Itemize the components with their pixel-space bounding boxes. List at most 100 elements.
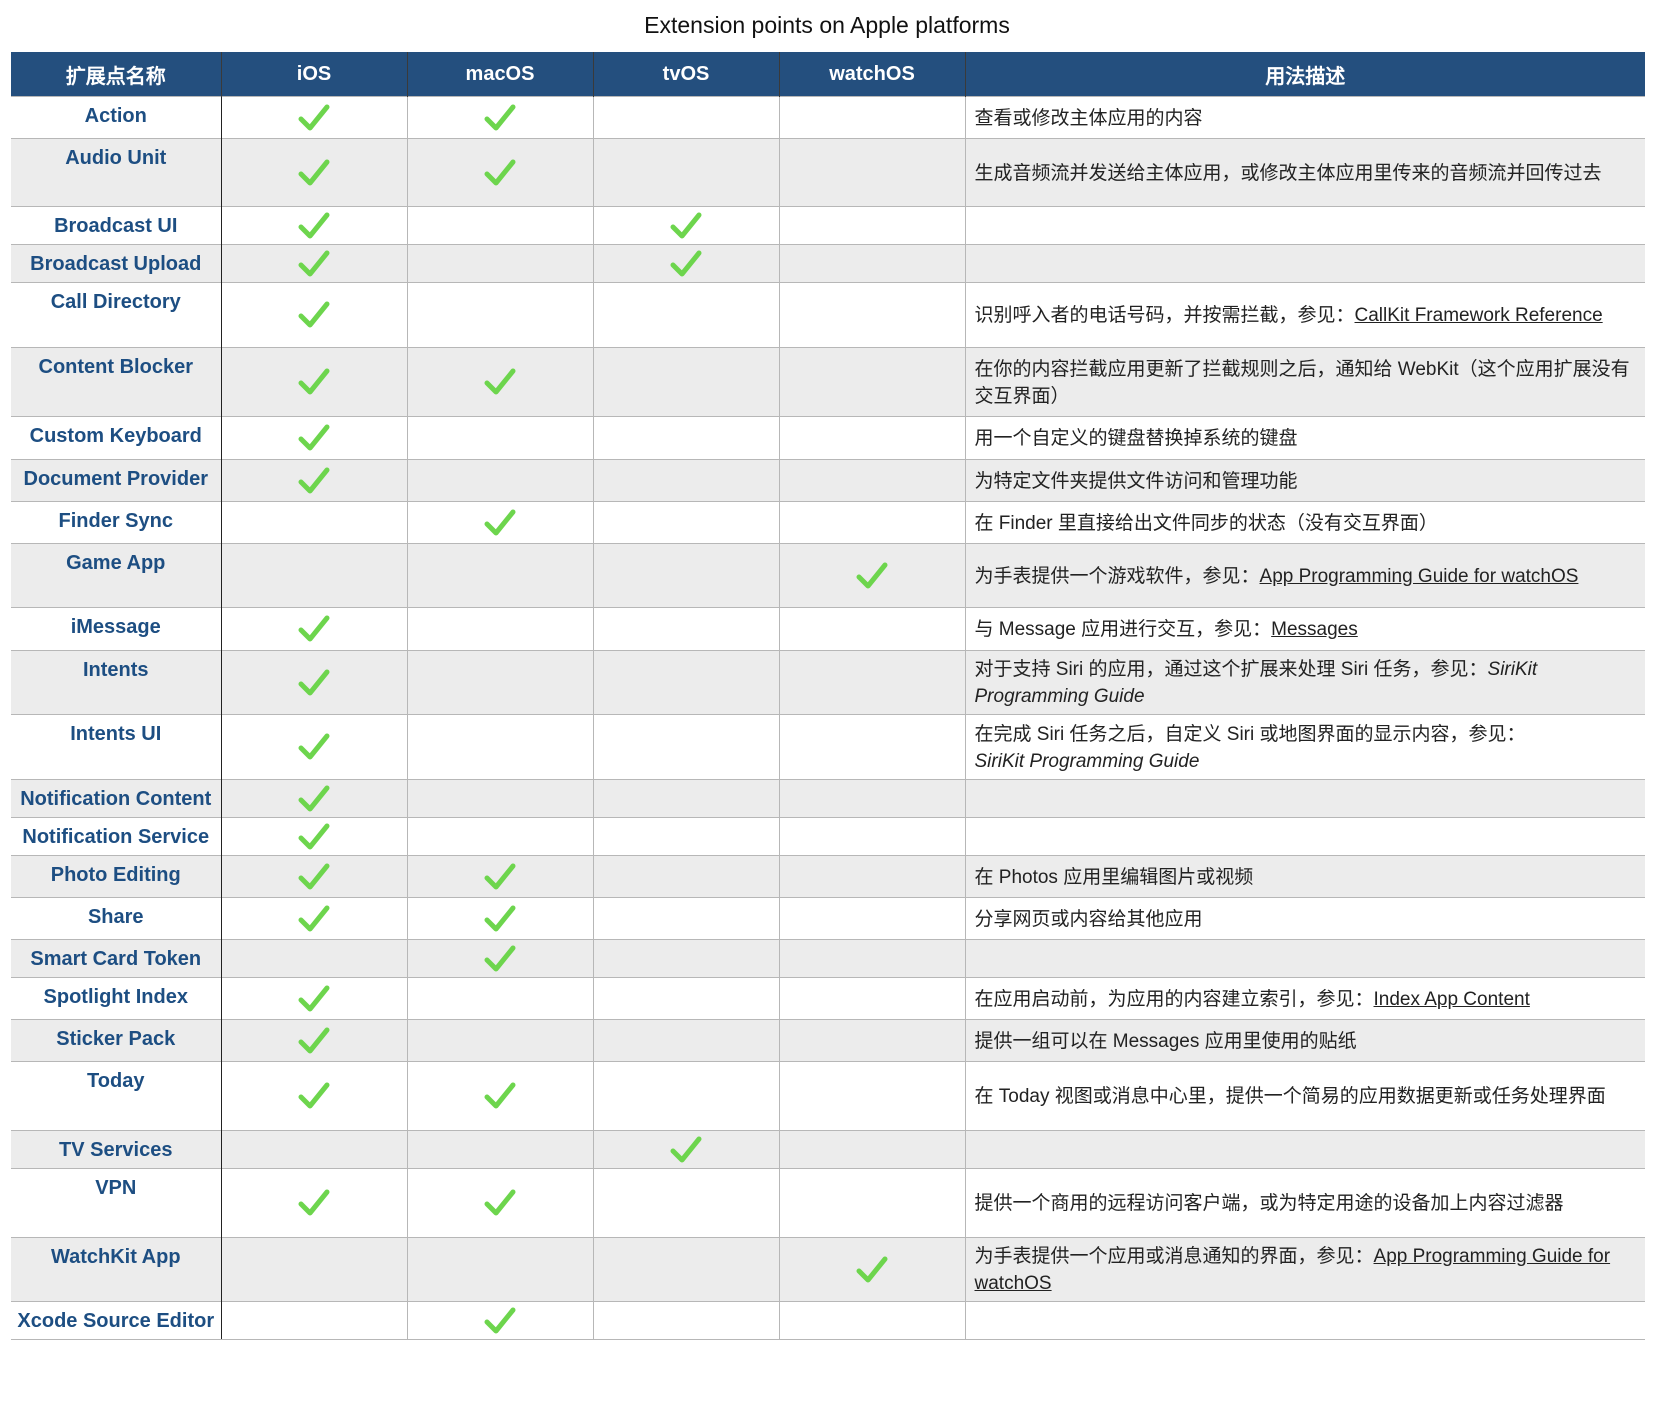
support-cell-ios — [220, 138, 407, 207]
check-icon — [298, 212, 330, 238]
check-icon — [856, 1256, 888, 1282]
description-text: 为手表提供一个游戏软件，参见： — [974, 565, 1260, 587]
check-icon — [670, 250, 702, 276]
check-icon — [298, 905, 330, 931]
usage-description: 在应用启动前，为应用的内容建立索引，参见：Index App Content — [964, 977, 1645, 1020]
support-cell-tvos — [592, 282, 779, 348]
check-icon — [484, 159, 516, 185]
extension-name: Broadcast UI — [11, 206, 222, 245]
table-row: Spotlight Index 在应用启动前，为应用的内容建立索引，参见：Inde… — [11, 977, 1645, 1020]
support-cell-tvos — [592, 244, 779, 283]
extension-name: Audio Unit — [11, 138, 222, 207]
table-title: Extension points on Apple platforms — [644, 12, 1010, 38]
extension-name: Sticker Pack — [11, 1019, 222, 1062]
check-icon — [298, 733, 330, 760]
table-row: TV Services — [11, 1130, 1645, 1169]
support-cell-ios — [220, 855, 407, 898]
check-icon — [298, 823, 330, 849]
extension-name: Custom Keyboard — [11, 416, 222, 460]
support-cell-tvos — [592, 1061, 779, 1131]
table-row: Notification Service — [11, 817, 1645, 856]
header-extension-name: 扩展点名称 — [11, 52, 221, 97]
support-cell-ios — [220, 244, 407, 283]
support-cell-ios — [220, 459, 407, 502]
support-cell-ios — [220, 1237, 407, 1302]
support-cell-tvos — [592, 1130, 779, 1169]
support-cell-macos — [406, 416, 593, 460]
table-row: WatchKit App 为手表提供一个应用或消息通知的界面，参见：App Pro… — [11, 1237, 1645, 1302]
reference-link[interactable]: CallKit Framework Reference — [1355, 305, 1603, 326]
extension-name: Today — [11, 1061, 222, 1131]
table-row: Broadcast UI — [11, 206, 1645, 245]
support-cell-watchos — [778, 347, 965, 417]
table-row: Sticker Pack 提供一组可以在 Messages 应用里使用的贴纸 — [11, 1019, 1645, 1062]
check-icon — [298, 104, 330, 130]
support-cell-ios — [220, 206, 407, 245]
check-icon — [298, 159, 330, 185]
support-cell-watchos — [778, 939, 965, 978]
support-cell-tvos — [592, 96, 779, 139]
support-cell-tvos — [592, 939, 779, 978]
check-icon — [298, 985, 330, 1011]
support-cell-watchos — [778, 1061, 965, 1131]
extension-name: Xcode Source Editor — [11, 1301, 222, 1340]
extension-name: Notification Service — [11, 817, 222, 856]
support-cell-macos — [406, 1237, 593, 1302]
description-text: 用一个自定义的键盘替换掉系统的键盘 — [974, 428, 1298, 449]
usage-description — [964, 779, 1645, 818]
support-cell-tvos — [592, 347, 779, 417]
extension-name: Content Blocker — [11, 347, 222, 417]
support-cell-tvos — [592, 138, 779, 207]
check-icon — [298, 368, 330, 395]
usage-description: 提供一个商用的远程访问客户端，或为特定用途的设备加上内容过滤器 — [964, 1168, 1645, 1238]
check-icon — [484, 1307, 516, 1333]
table-row: Content Blocker 在你的内容拦截应用更新了拦截规则之后，通知给 We… — [11, 347, 1645, 417]
table-row: Notification Content — [11, 779, 1645, 818]
support-cell-tvos — [592, 416, 779, 460]
support-cell-macos — [406, 501, 593, 544]
support-cell-macos — [406, 244, 593, 283]
extension-name: Call Directory — [11, 282, 222, 348]
check-icon — [484, 1082, 516, 1109]
support-cell-watchos — [778, 416, 965, 460]
support-cell-macos — [406, 855, 593, 898]
extension-name: iMessage — [11, 607, 222, 651]
support-cell-ios — [220, 501, 407, 544]
support-cell-ios — [220, 607, 407, 651]
support-cell-tvos — [592, 1019, 779, 1062]
support-cell-watchos — [778, 1019, 965, 1062]
support-cell-watchos — [778, 779, 965, 818]
support-cell-ios — [220, 779, 407, 818]
support-cell-watchos — [778, 501, 965, 544]
description-text: 在 Photos 应用里编辑图片或视频 — [974, 866, 1254, 888]
check-icon — [298, 467, 330, 493]
support-cell-tvos — [592, 855, 779, 898]
extension-name: Action — [11, 96, 222, 139]
check-icon — [484, 509, 516, 535]
check-icon — [484, 1189, 516, 1216]
extension-name: Share — [11, 897, 222, 940]
table-row: iMessage 与 Message 应用进行交互，参见：Messages — [11, 607, 1645, 651]
support-cell-macos — [406, 138, 593, 207]
check-icon — [298, 1082, 330, 1109]
usage-description: 查看或修改主体应用的内容 — [964, 96, 1645, 139]
usage-description — [964, 206, 1645, 245]
usage-description: 在 Today 视图或消息中心里，提供一个简易的应用数据更新或任务处理界面 — [964, 1061, 1645, 1131]
reference-link[interactable]: Index App Content — [1374, 989, 1530, 1010]
support-cell-watchos — [778, 1130, 965, 1169]
reference-link[interactable]: Messages — [1271, 619, 1358, 640]
reference-link[interactable]: App Programming Guide for watchOS — [1260, 566, 1579, 587]
extension-name: VPN — [11, 1168, 222, 1238]
extension-name: Document Provider — [11, 459, 222, 502]
support-cell-tvos — [592, 650, 779, 715]
description-text: 在 Today 视图或消息中心里，提供一个简易的应用数据更新或任务处理界面 — [974, 1086, 1606, 1107]
table-row: Today 在 Today 视图或消息中心里，提供一个简易的应用数据更新或任务处理… — [11, 1061, 1645, 1131]
support-cell-watchos — [778, 650, 965, 715]
table-row: Intents 对于支持 Siri 的应用，通过这个扩展来处理 Siri 任务，参… — [11, 650, 1645, 715]
header-tvos: tvOS — [592, 52, 779, 97]
check-icon — [484, 368, 516, 395]
support-cell-watchos — [778, 206, 965, 245]
support-cell-watchos — [778, 138, 965, 207]
usage-description: 在完成 Siri 任务之后，自定义 Siri 或地图界面的显示内容，参见： Sir… — [964, 714, 1645, 780]
extension-name: Notification Content — [11, 779, 222, 818]
